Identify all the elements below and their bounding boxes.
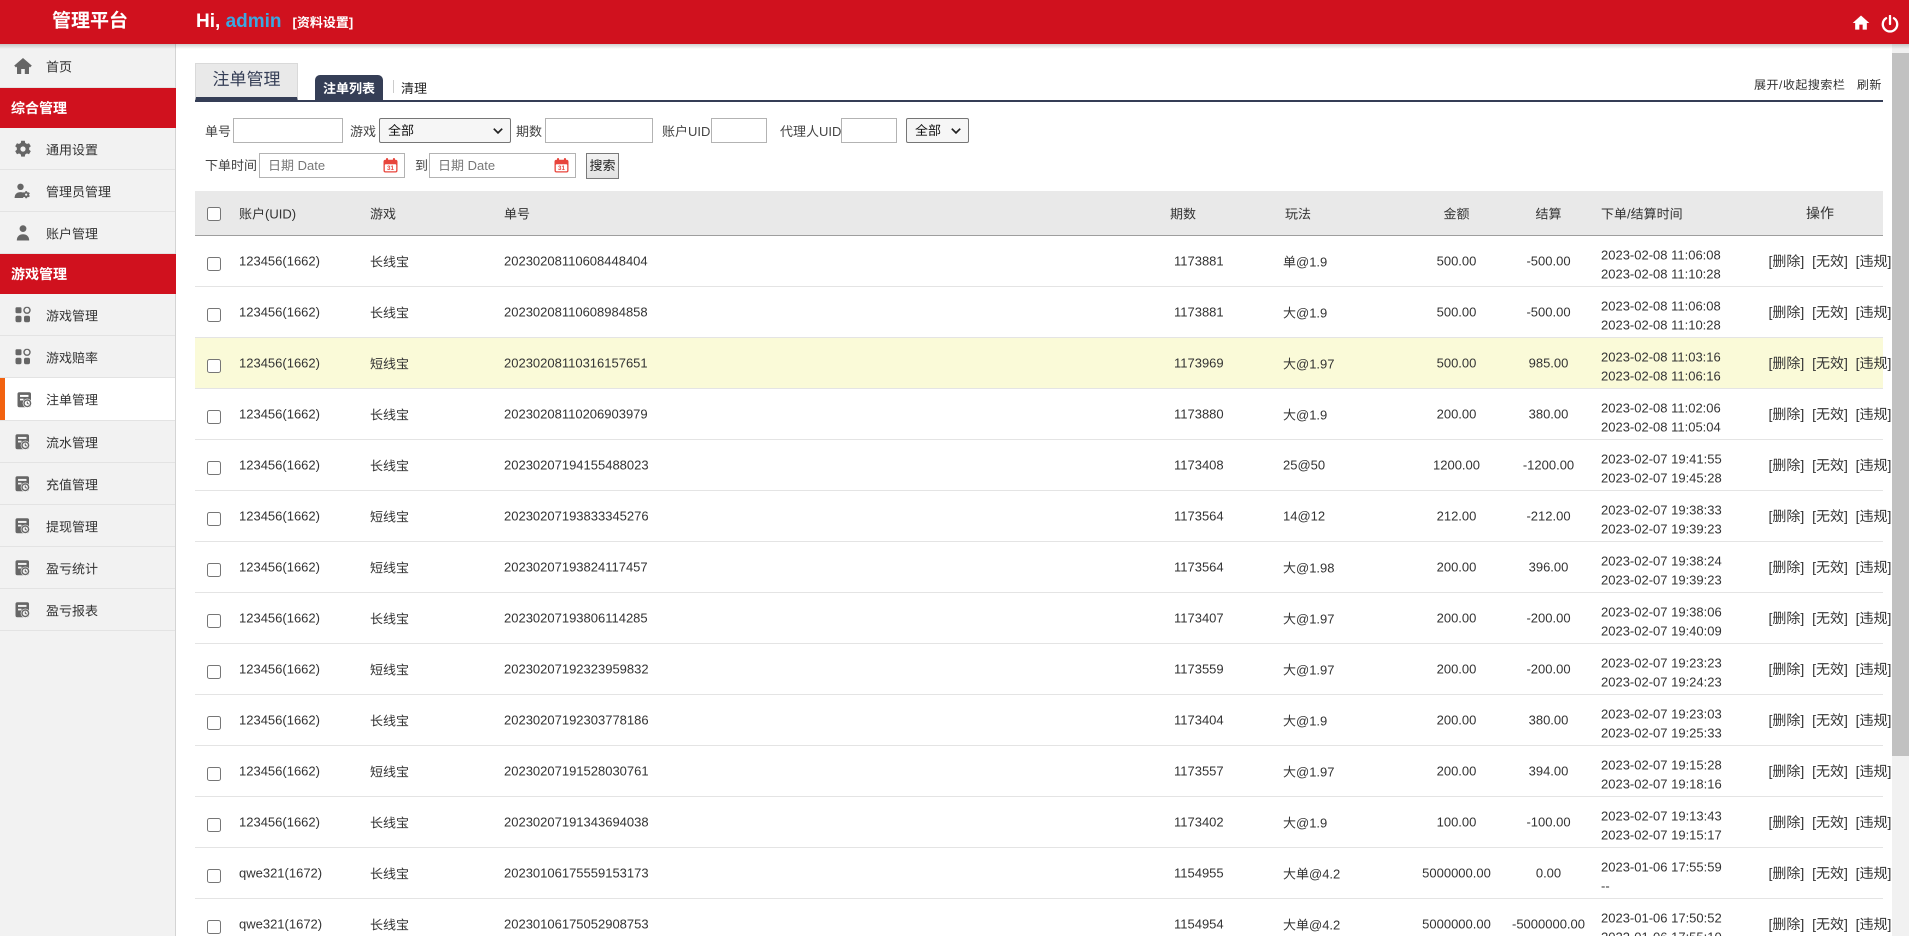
svg-text:31: 31 [558, 165, 565, 172]
svg-text:31: 31 [387, 165, 394, 172]
